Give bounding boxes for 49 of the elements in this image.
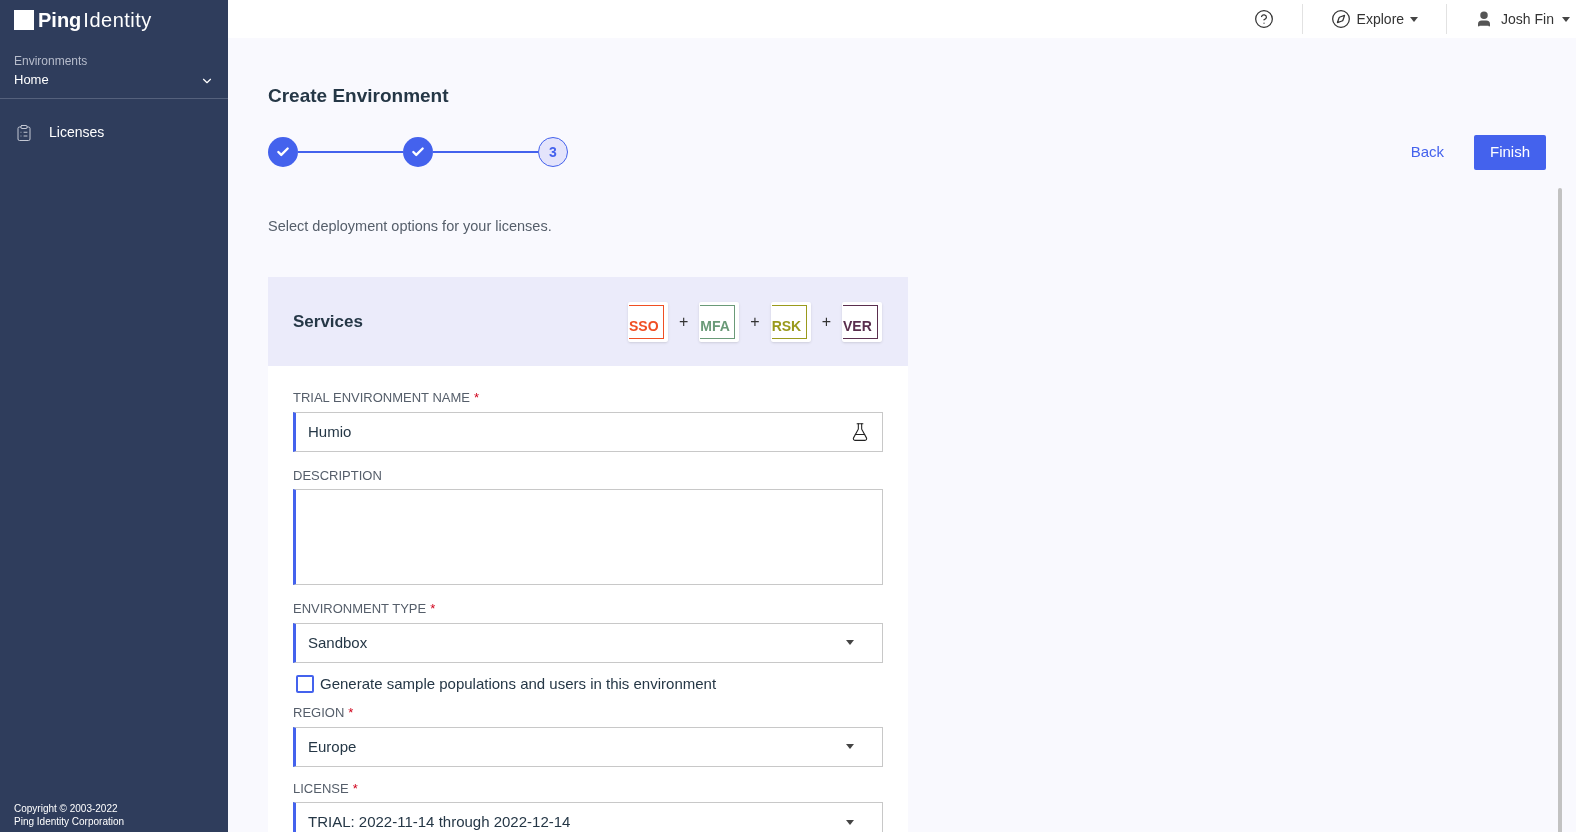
environment-selector[interactable]: Environments Home bbox=[0, 40, 228, 99]
explore-menu[interactable]: Explore bbox=[1302, 8, 1447, 30]
required-mark: * bbox=[348, 704, 354, 723]
field-label: TRIAL ENVIRONMENT NAME bbox=[293, 389, 470, 408]
required-mark: * bbox=[473, 389, 480, 408]
field-label: LICENSE bbox=[293, 779, 349, 798]
description-field[interactable] bbox=[293, 489, 883, 586]
service-badge: RSK bbox=[770, 301, 811, 342]
help-icon[interactable] bbox=[1253, 9, 1274, 29]
field-label: ENVIRONMENT TYPE bbox=[293, 600, 427, 619]
field-label: REGION bbox=[293, 704, 345, 723]
select-field[interactable]: Europe bbox=[293, 726, 883, 767]
clipboard-icon bbox=[15, 123, 33, 142]
sidebar-item[interactable]: Licenses bbox=[0, 116, 228, 149]
required-mark: * bbox=[430, 600, 436, 619]
caret-icon bbox=[1410, 16, 1419, 22]
plus-sign: + bbox=[678, 311, 689, 332]
step-indicator: 3 bbox=[538, 137, 568, 167]
checkbox[interactable] bbox=[296, 675, 314, 693]
caret-icon bbox=[846, 640, 854, 646]
environment-name: Home bbox=[14, 71, 50, 89]
name-field[interactable]: Humio bbox=[293, 411, 883, 452]
page-subtitle: Select deployment options for your licenses. bbox=[268, 216, 553, 236]
finish-button[interactable]: Finish bbox=[1474, 134, 1546, 170]
services-title: Services bbox=[293, 311, 363, 333]
service-badge: VER bbox=[842, 301, 882, 342]
caret-icon bbox=[846, 819, 854, 825]
service-badge: SSO bbox=[627, 301, 668, 342]
select-field[interactable]: TRIAL: 2022-11-14 through 2022-12-14 bbox=[293, 802, 883, 832]
environment-label: Environments bbox=[14, 53, 88, 70]
logo: Ping Identity bbox=[0, 0, 228, 40]
caret-icon bbox=[1562, 16, 1570, 22]
select-field[interactable]: Sandbox bbox=[293, 622, 883, 663]
back-button[interactable]: Back bbox=[1406, 140, 1448, 164]
page-title: Create Environment bbox=[268, 84, 450, 108]
copyright-text: Ping Identity Corporation bbox=[14, 815, 126, 828]
service-badge: MFA bbox=[699, 301, 740, 342]
required-mark: * bbox=[352, 779, 358, 798]
copyright-text: Copyright © 2003-2022 bbox=[14, 802, 119, 815]
check-icon bbox=[411, 145, 425, 159]
user-menu[interactable]: Josh Fin bbox=[1447, 8, 1576, 30]
checkbox-label: Generate sample populations and users in this environment bbox=[320, 673, 717, 694]
plus-sign: + bbox=[750, 311, 760, 332]
caret-icon bbox=[846, 744, 854, 750]
check-icon bbox=[276, 145, 290, 159]
compass-icon bbox=[1330, 9, 1351, 29]
plus-sign: + bbox=[821, 311, 831, 332]
field-label: DESCRIPTION bbox=[293, 466, 382, 485]
flask-icon bbox=[850, 421, 870, 442]
